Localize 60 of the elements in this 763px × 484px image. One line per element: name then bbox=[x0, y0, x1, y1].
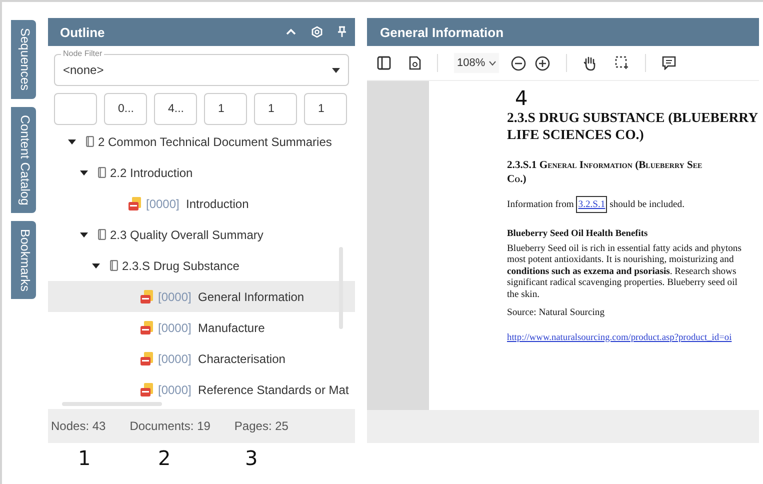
section-link[interactable]: 3.2.S.1 bbox=[576, 196, 608, 213]
status-count: Nodes: 43 bbox=[51, 419, 106, 433]
pdf-file-icon bbox=[140, 382, 154, 396]
status-count: Documents: 19 bbox=[130, 419, 210, 433]
pdf-file-icon bbox=[128, 196, 142, 210]
section-title: Blueberry Seed Oil Health Benefits bbox=[507, 228, 649, 238]
callout-number: 2 bbox=[158, 448, 171, 468]
tree-item[interactable]: [0000] Introduction bbox=[48, 188, 355, 219]
callout-number: 4 bbox=[515, 88, 528, 108]
pdf-file-icon bbox=[140, 320, 154, 334]
column-filter-field[interactable] bbox=[54, 93, 97, 125]
expand-arrow-icon[interactable] bbox=[80, 168, 88, 176]
column-filter-field[interactable]: 0... bbox=[104, 93, 147, 125]
side-tab[interactable]: Sequences bbox=[11, 20, 36, 99]
source-text: Source: Natural Sourcing bbox=[507, 307, 606, 318]
expand-arrow-icon[interactable] bbox=[92, 262, 100, 270]
viewer-title: General Information bbox=[367, 18, 759, 46]
document-subheading: 2.3.S.1 General Information (Blueberry See Co.) bbox=[507, 159, 704, 187]
source-link[interactable]: http://www.naturalsourcing.com/product.asp?product_id=oi bbox=[507, 332, 732, 342]
expand-arrow-icon[interactable] bbox=[80, 230, 88, 238]
settings-icon[interactable] bbox=[311, 26, 323, 38]
book-icon bbox=[110, 260, 118, 271]
tree-item[interactable]: [0000] Characterisation bbox=[48, 343, 355, 374]
pin-icon[interactable] bbox=[337, 26, 347, 38]
tree-item[interactable]: 2.2 Introduction bbox=[48, 157, 355, 188]
caret-icon[interactable] bbox=[489, 60, 496, 66]
callout-number: 1 bbox=[78, 448, 91, 468]
page-icon[interactable] bbox=[409, 56, 421, 70]
panel-title: Outline bbox=[60, 24, 106, 40]
status-count: Pages: 25 bbox=[234, 419, 288, 433]
column-filter-field[interactable]: 4... bbox=[154, 93, 197, 125]
comment-icon[interactable] bbox=[662, 56, 676, 70]
sidebar-toggle-icon[interactable] bbox=[377, 56, 391, 70]
book-icon bbox=[98, 167, 106, 178]
pdf-file-icon bbox=[140, 290, 154, 304]
column-filter-field[interactable]: 1 bbox=[204, 93, 247, 125]
pdf-file-icon bbox=[140, 352, 154, 366]
tree-item[interactable]: 2 Common Technical Document Summaries bbox=[48, 126, 355, 157]
tree-item[interactable]: [0000] Reference Standards or Mat bbox=[48, 374, 355, 399]
callout-number: 3 bbox=[245, 448, 258, 468]
book-icon bbox=[98, 229, 106, 240]
document-sentence: Information from 3.2.S.1 should be included. bbox=[507, 199, 759, 210]
tree-item[interactable]: [0000] Manufacture bbox=[48, 312, 355, 343]
dropdown-caret-icon[interactable] bbox=[332, 68, 340, 72]
side-tab[interactable]: Bookmarks bbox=[11, 220, 36, 300]
expand-arrow-icon[interactable] bbox=[68, 138, 76, 146]
document-heading: 2.3.S DRUG SUBSTANCE (BLUEBERRY LIFE SCIENCES CO.) bbox=[507, 109, 759, 143]
zoom-in-icon[interactable] bbox=[535, 56, 550, 70]
tree-item[interactable]: [0000] General Information bbox=[48, 281, 355, 312]
column-filter-field[interactable]: 1 bbox=[304, 93, 347, 125]
column-filter-field[interactable]: 1 bbox=[254, 93, 297, 125]
tree-item[interactable]: 2.3 Quality Overall Summary bbox=[48, 219, 355, 250]
document-paragraph: Blueberry Seed oil is rich in essential fatty acids and phytons most potent antioxidants. It is nourishing, moisturizing and conditions such as exzema and psoriasis. Research shows significant radical scavenging properties. Blueberry seed oil the skin. bbox=[507, 242, 742, 300]
side-tab[interactable]: Content Catalog bbox=[11, 106, 36, 213]
tree-item[interactable]: 2.3.S Drug Substance bbox=[48, 250, 355, 281]
hand-icon[interactable] bbox=[583, 56, 598, 70]
zoom-dropdown[interactable]: 108% bbox=[454, 53, 500, 73]
zoom-out-icon[interactable] bbox=[511, 56, 526, 70]
book-icon bbox=[86, 136, 94, 147]
selection-icon[interactable] bbox=[615, 56, 630, 70]
